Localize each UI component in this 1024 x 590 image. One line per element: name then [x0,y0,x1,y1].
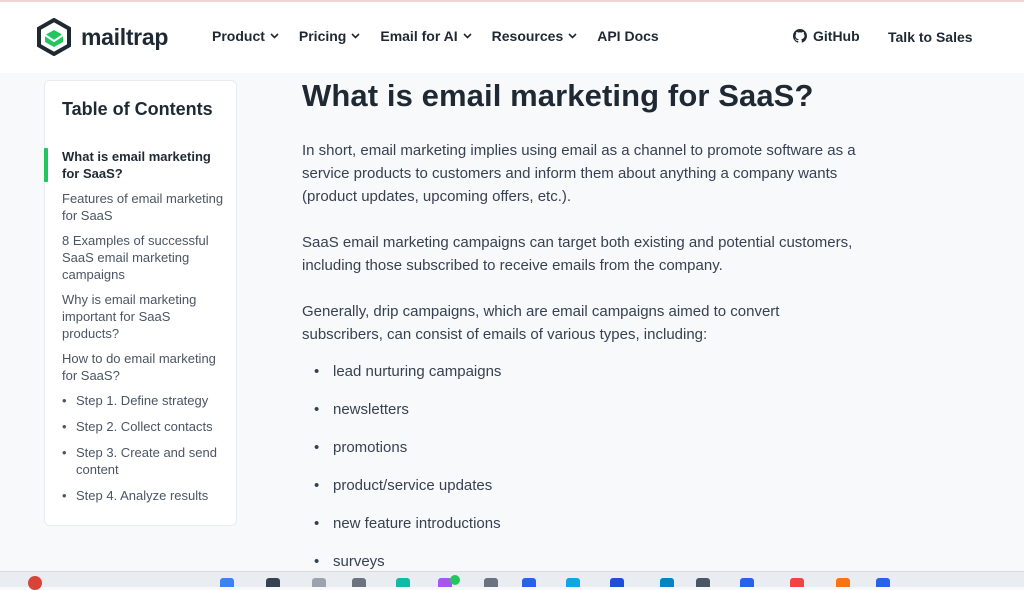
list-item: • product/service updates [314,476,501,514]
header-right: GitHub [793,28,860,44]
list-item: • newsletters [314,400,501,438]
github-icon [793,29,807,43]
bullet-dot: • [314,439,320,456]
article-paragraph-1: In short, email marketing implies using … [302,142,856,205]
bullet-dot: • [62,488,67,503]
check-icon [450,575,460,585]
bullet-dot: • [314,363,320,380]
toc-title: Table of Contents [62,99,213,119]
table-of-contents: Table of Contents What is email marketin… [44,80,237,526]
toc-subitem-step-1[interactable]: • Step 1. Define strategy [62,392,228,409]
list-item-text: lead nurturing campaigns [333,363,502,380]
os-taskbar [0,571,1024,590]
toc-subitem-label: Step 2. Collect contacts [76,419,213,434]
article-paragraph-3: Generally, drip campaigns, which are ema… [302,303,780,343]
toc-active-indicator [44,148,48,182]
list-item: • promotions [314,438,501,476]
bullet-dot: • [314,515,320,532]
chevron-down-icon [270,33,279,39]
toc-subitem-label: Step 3. Create and send content [76,445,217,477]
toc-subitem-step-4[interactable]: • Step 4. Analyze results [62,487,228,504]
chevron-down-icon [351,33,360,39]
toc-item-features[interactable]: Features of email marketing for SaaS [62,190,228,224]
article-paragraph-2: SaaS email marketing campaigns can targe… [302,234,853,274]
chevron-down-icon [463,33,472,39]
list-item: • new feature introductions [314,514,501,552]
list-item: • lead nurturing campaigns [314,362,501,400]
bullet-dot: • [62,445,67,460]
list-item-text: new feature introductions [333,515,501,532]
nav-label: Resources [491,28,564,44]
article-heading: What is email marketing for SaaS? [302,78,814,113]
nav-product[interactable]: Product [212,28,279,44]
nav-label: Email for AI [380,28,458,44]
nav-label: Pricing [298,28,347,44]
bullet-dot: • [62,393,67,408]
logo-wordmark: mailtrap [81,23,169,50]
toc-item-examples[interactable]: 8 Examples of successful SaaS email mark… [62,232,228,283]
main-nav: Product Pricing Email for AI Resources A… [212,28,679,44]
talk-to-sales-link[interactable]: Talk to Sales [888,29,973,45]
toc-subitem-label: Step 1. Define strategy [76,393,209,408]
nav-label: Product [212,28,265,44]
article-content: What is email marketing for SaaS? In sho… [302,76,862,570]
nav-api-docs[interactable]: API Docs [597,28,658,44]
chevron-down-icon [568,33,577,39]
toc-subitem-step-2[interactable]: • Step 2. Collect contacts [62,418,228,435]
list-item-text: newsletters [333,401,409,418]
notification-badge-icon[interactable] [28,576,42,590]
toc-subitem-label: Step 4. Analyze results [76,488,209,503]
toc-item-how-to[interactable]: How to do email marketing for SaaS? [62,350,228,384]
nav-email-for-ai[interactable]: Email for AI [380,28,472,44]
campaign-types-list: • lead nurturing campaigns • newsletters •… [314,362,501,590]
list-item-text: product/service updates [333,477,493,494]
toc-item-what-is[interactable]: What is email marketing for SaaS? [62,148,228,182]
nav-pricing[interactable]: Pricing [299,28,360,44]
bullet-dot: • [314,477,320,494]
github-label: GitHub [813,28,860,44]
list-item-text: promotions [333,439,408,456]
bullet-dot: • [314,401,320,418]
mailtrap-logo[interactable]: mailtrap [36,18,168,56]
toc-list: What is email marketing for SaaS? Featur… [62,148,228,513]
toc-item-why-important[interactable]: Why is email marketing important for Saa… [62,291,228,342]
toc-subitem-step-3[interactable]: • Step 3. Create and send content [62,444,228,478]
nav-label: API Docs [597,28,659,44]
mailtrap-logo-icon [37,18,71,56]
site-header: mailtrap Product Pricing Email for AI Re… [0,2,1024,73]
nav-resources[interactable]: Resources [492,28,578,44]
github-link[interactable]: GitHub [793,28,860,44]
bullet-dot: • [62,419,67,434]
